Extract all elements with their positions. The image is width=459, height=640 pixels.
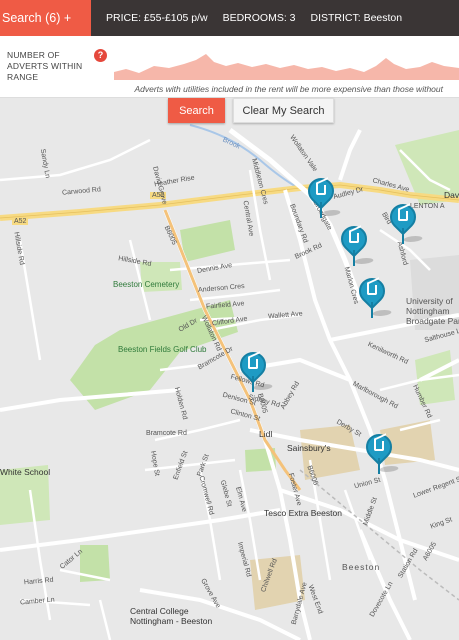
house-icon [315, 184, 327, 196]
map-label-beeston-cemetery: Beeston Cemetery [113, 280, 180, 289]
histogram-label: NUMBER OF ADVERTS WITHIN RANGE [7, 50, 83, 82]
map-label-bramcote-rd: Bramcote Rd [146, 430, 187, 437]
map-label-tesco: Tesco Extra Beeston [264, 508, 342, 518]
help-icon[interactable]: ? [94, 49, 107, 62]
house-icon [348, 232, 360, 244]
house-icon [397, 210, 409, 222]
clear-search-button[interactable]: Clear My Search [233, 98, 334, 123]
active-filters: PRICE: £55-£105 p/w BEDROOMS: 3 DISTRICT… [91, 12, 402, 24]
marker-tail [371, 302, 373, 318]
adverts-histogram [114, 54, 459, 80]
house-icon [373, 440, 385, 452]
map-label-golf-club: Beeston Fields Golf Club [118, 345, 207, 354]
marker-tail [320, 202, 322, 218]
property-marker[interactable] [384, 198, 425, 244]
property-marker[interactable] [234, 346, 275, 392]
price-histogram-panel: NUMBER OF ADVERTS WITHIN RANGE ? Adverts… [0, 36, 459, 98]
district-filter[interactable]: DISTRICT: Beeston [311, 12, 403, 24]
map-label-sainsburys: Sainsbury's [287, 443, 331, 453]
property-marker[interactable] [302, 172, 343, 218]
search-toggle-button[interactable]: Search (6) + [0, 0, 91, 36]
marker-tail [378, 458, 380, 474]
utilities-note: Adverts with utilities included in the r… [134, 84, 443, 94]
marker-tail [353, 250, 355, 266]
search-button[interactable]: Search [168, 98, 225, 123]
bedrooms-filter[interactable]: BEDROOMS: 3 [223, 12, 296, 24]
map-label-white-school: White School [0, 467, 51, 477]
property-marker[interactable] [335, 220, 376, 266]
map-label-lidl: Lidl [259, 429, 273, 439]
marker-tail [252, 376, 254, 392]
marker-tail [402, 228, 404, 244]
map-search-app: Dav LENTON A University of Nottingham Br… [0, 0, 459, 640]
map-label-a52-west: A52 [12, 218, 29, 225]
house-icon [247, 358, 259, 370]
map-label-beeston: Beeston [342, 562, 381, 572]
price-filter[interactable]: PRICE: £55-£105 p/w [106, 12, 208, 24]
property-marker[interactable] [353, 272, 394, 318]
map-label-university: University of Nottingham Broadgate Park [406, 296, 459, 326]
filter-bar: Search (6) + PRICE: £55-£105 p/w BEDROOM… [0, 0, 459, 36]
property-marker[interactable] [360, 428, 401, 474]
map-label-dav: Dav [444, 190, 459, 200]
house-icon [366, 284, 378, 296]
search-actions: Search Clear My Search [0, 98, 459, 126]
map-label-central-college: Central College Nottingham - Beeston [130, 606, 213, 626]
